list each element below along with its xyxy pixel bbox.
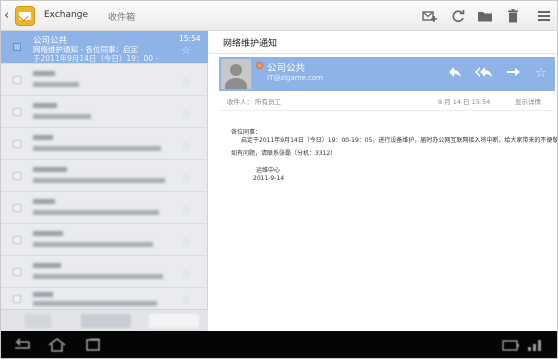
list-item-selected[interactable]: 公司公共 15:54 网络维护通知 - 各位同事：启定 于2011年9月14日（… xyxy=(1,31,208,63)
sender-header: 公司公共 IT@zlgame.com ☆ xyxy=(219,57,555,91)
list-item[interactable]: ☆ xyxy=(1,159,208,191)
select-checkbox[interactable] xyxy=(13,43,21,51)
star-icon[interactable]: ☆ xyxy=(181,76,191,89)
body-paragraph: 如有问题，请联系张磊（分机：3312） xyxy=(231,150,337,157)
select-checkbox[interactable] xyxy=(13,204,21,212)
body-greeting: 各位同事： xyxy=(231,129,262,136)
list-item[interactable]: ☆ xyxy=(1,127,208,159)
recipient-label: 收件人： xyxy=(227,98,253,106)
select-checkbox[interactable] xyxy=(13,268,21,276)
list-item[interactable]: ☆ xyxy=(1,255,208,287)
message-date: 9 月 14 日 15:54 xyxy=(438,98,491,106)
star-icon[interactable]: ☆ xyxy=(181,268,191,281)
body-signature-date: 2011-9-14 xyxy=(253,175,285,182)
star-icon[interactable]: ☆ xyxy=(181,44,191,57)
avatar[interactable] xyxy=(221,59,251,89)
trash-icon[interactable] xyxy=(505,8,521,24)
prev-page-button[interactable] xyxy=(25,314,51,328)
star-icon[interactable]: ☆ xyxy=(181,172,191,185)
list-item[interactable]: ☆ xyxy=(1,191,208,223)
select-checkbox[interactable] xyxy=(13,172,21,180)
email-app-window: ‹ Exchange 收件箱 公司公共 15:54 网络维护通知 - 各位同事：… xyxy=(0,0,558,359)
message-view: 网络维护通知 公司公共 IT@zlgame.com ☆ 收件人： 所有员工 9 … xyxy=(209,31,557,331)
star-icon[interactable]: ☆ xyxy=(181,293,191,306)
select-checkbox[interactable] xyxy=(13,236,21,244)
body-signature: 运维中心 xyxy=(256,167,281,174)
presence-icon xyxy=(256,62,263,69)
recent-apps-icon[interactable] xyxy=(81,338,105,352)
next-page-button[interactable] xyxy=(149,314,199,328)
show-details-link[interactable]: 显示详情 xyxy=(515,96,541,106)
message-list: 公司公共 15:54 网络维护通知 - 各位同事：启定 于2011年9月14日（… xyxy=(1,31,208,331)
home-nav-icon[interactable] xyxy=(45,338,69,352)
list-item[interactable]: ☆ xyxy=(1,63,208,95)
star-icon[interactable]: ☆ xyxy=(181,204,191,217)
list-item[interactable]: ☆ xyxy=(1,223,208,255)
select-checkbox[interactable] xyxy=(13,108,21,116)
system-nav-bar xyxy=(1,331,557,358)
back-icon[interactable]: ‹ xyxy=(4,8,14,24)
message-meta: 收件人： 所有员工 9 月 14 日 15:54 显示详情 xyxy=(219,94,555,108)
back-nav-icon[interactable] xyxy=(9,338,33,352)
reply-all-icon[interactable] xyxy=(474,64,494,84)
menu-icon[interactable] xyxy=(536,8,552,24)
star-icon[interactable]: ☆ xyxy=(181,108,191,121)
list-pagination xyxy=(1,309,208,331)
refresh-icon[interactable] xyxy=(450,8,466,24)
forward-icon[interactable] xyxy=(503,64,523,84)
list-item[interactable]: ☆ xyxy=(1,287,208,309)
star-icon[interactable]: ☆ xyxy=(531,64,551,84)
star-icon[interactable]: ☆ xyxy=(181,236,191,249)
body-paragraph: 启定于2011年9月14日（今日）19：00-19：05，进行设备维护，届时办公… xyxy=(241,137,558,144)
star-icon[interactable]: ☆ xyxy=(181,140,191,153)
sender-name[interactable]: 公司公共 xyxy=(267,60,305,74)
list-item[interactable]: ☆ xyxy=(1,95,208,127)
status-icon xyxy=(501,338,521,352)
signal-icon xyxy=(525,338,545,352)
folder-icon[interactable] xyxy=(477,8,493,24)
select-checkbox[interactable] xyxy=(13,295,21,303)
page-indicator xyxy=(81,314,131,328)
message-subject: 网络维护通知 xyxy=(223,39,278,49)
account-name[interactable]: Exchange xyxy=(44,10,88,20)
recipient-value: 所有员工 xyxy=(255,98,281,106)
select-checkbox[interactable] xyxy=(13,140,21,148)
select-checkbox[interactable] xyxy=(13,76,21,84)
sender-email: IT@zlgame.com xyxy=(267,74,323,82)
action-bar: ‹ Exchange 收件箱 xyxy=(1,1,557,31)
list-item-time: 15:54 xyxy=(179,34,201,43)
divider xyxy=(209,53,557,54)
email-app-icon[interactable] xyxy=(15,6,35,26)
compose-icon[interactable] xyxy=(422,8,438,24)
reply-icon[interactable] xyxy=(445,64,465,84)
divider xyxy=(219,110,555,111)
folder-name[interactable]: 收件箱 xyxy=(108,10,135,23)
